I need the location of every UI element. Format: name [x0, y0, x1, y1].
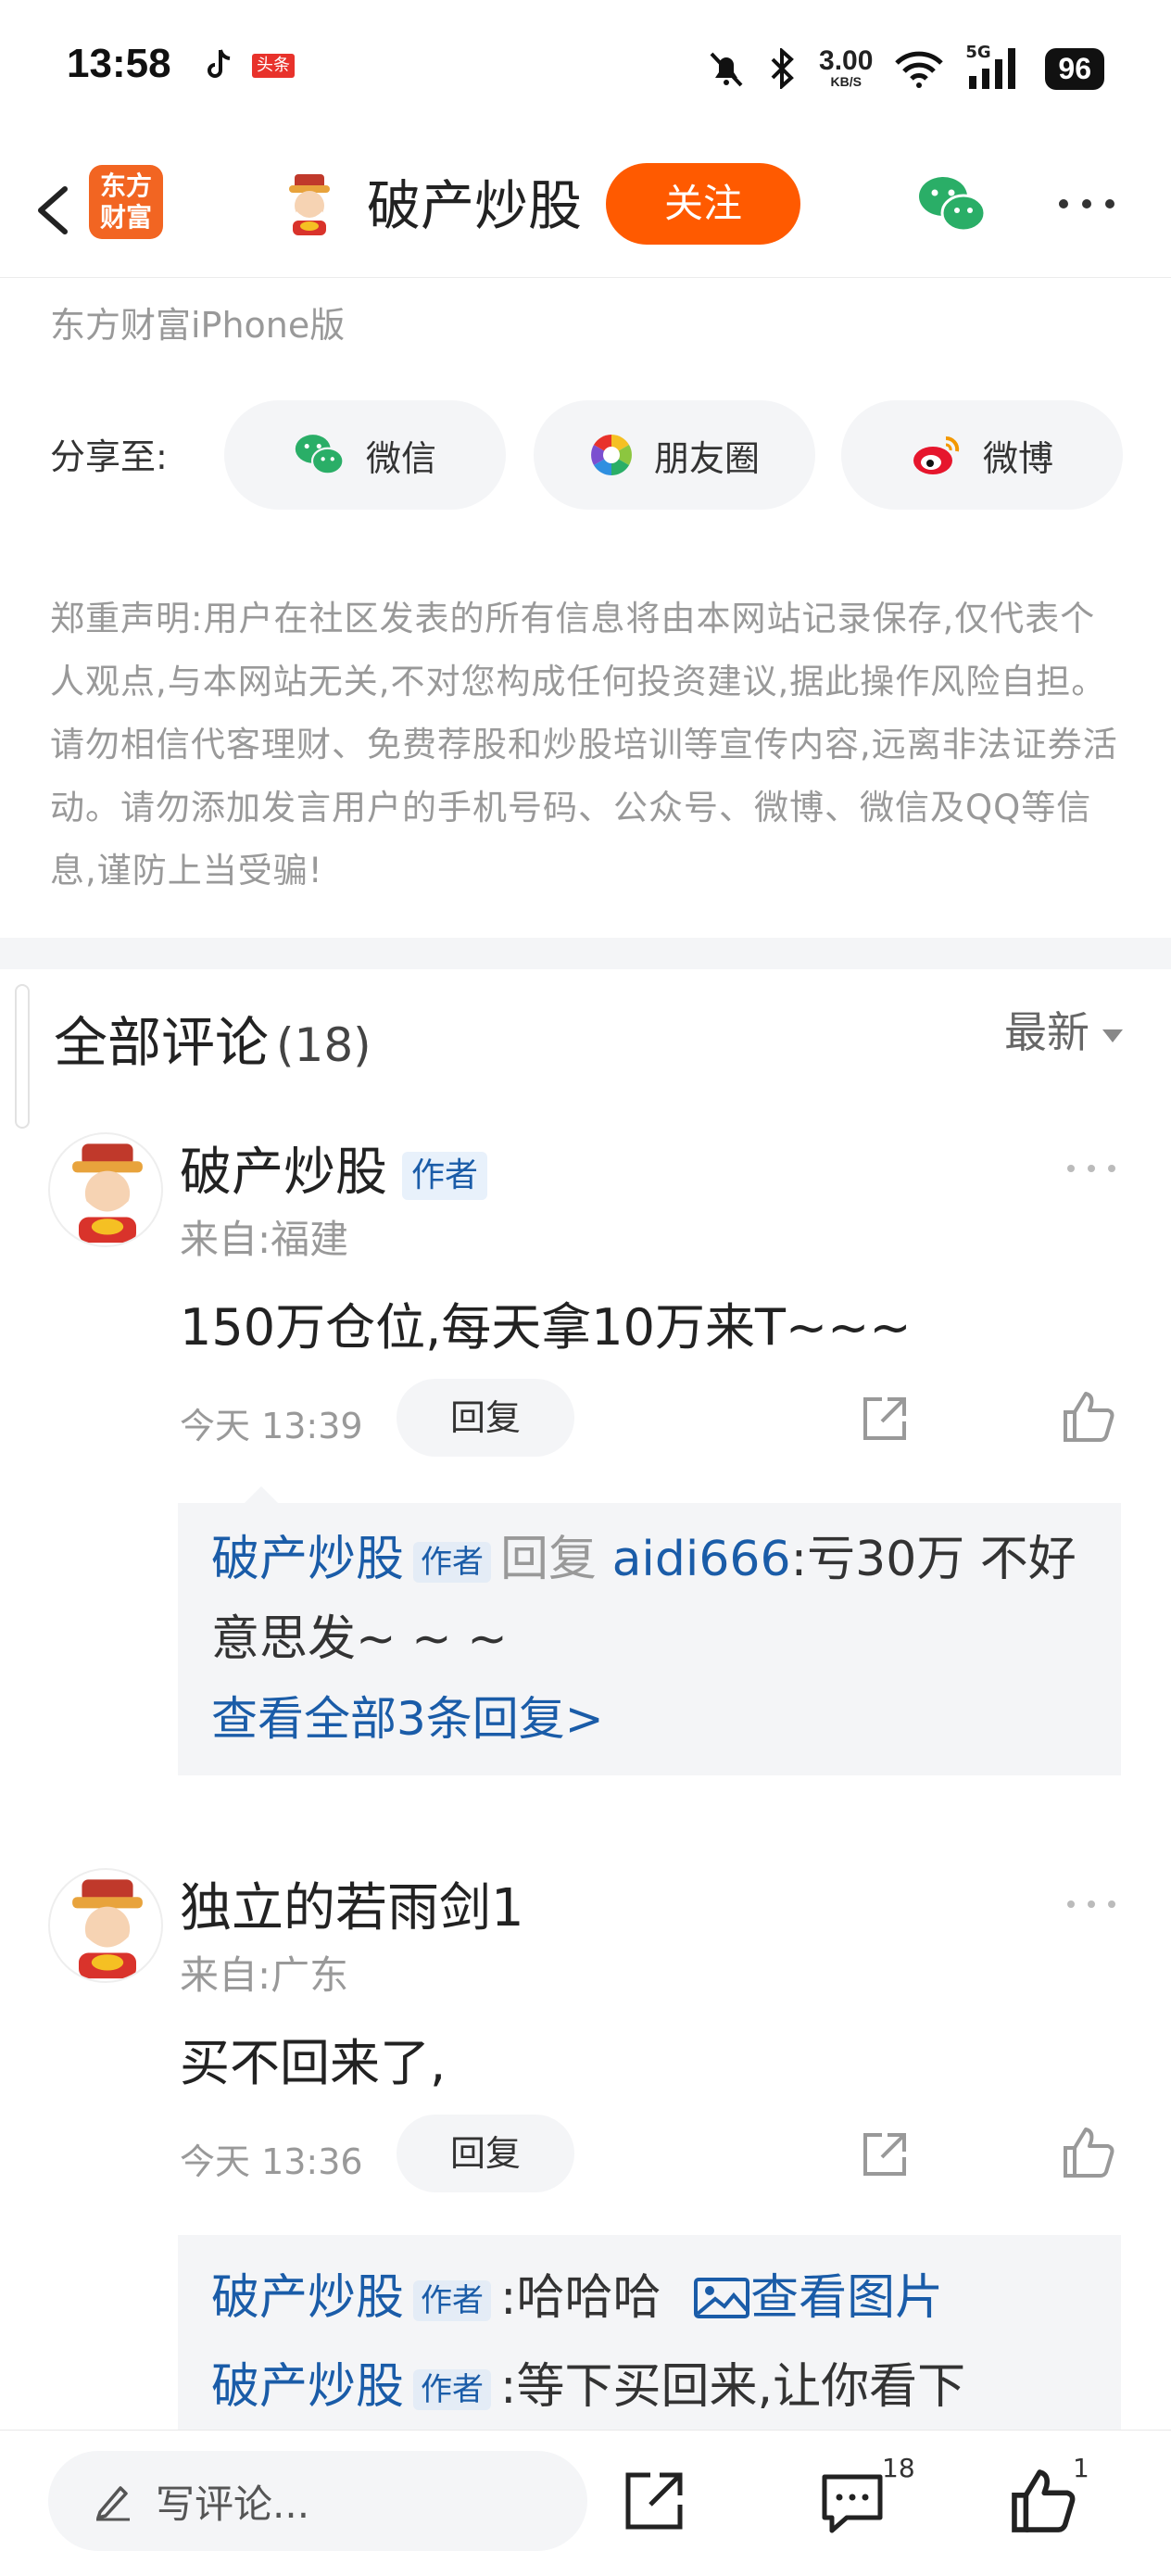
- reply-thread: 破产炒股 作者 回复 aidi666:亏30万 不好意思发~ ~ ~ 查看全部3条回…: [178, 1486, 1121, 1775]
- author-badge: 作者: [413, 2280, 492, 2321]
- top-nav-bar: 东方 财富 破产炒股 关注: [0, 148, 1171, 278]
- network-speed: 3.00 KB/S: [819, 45, 874, 90]
- post-source: 东方财富iPhone版: [50, 305, 346, 346]
- like-count-badge: 1: [1073, 2453, 1089, 2483]
- status-bar: 13:58 头条 3.00 KB/S 5G 96: [0, 0, 1171, 139]
- scroll-indicator[interactable]: [15, 984, 30, 1129]
- comment-text: 150万仓位,每天拿10万来T~~~: [180, 1298, 912, 1357]
- avatar[interactable]: [48, 1868, 163, 1983]
- reply-item[interactable]: 破产炒股 作者:等下买回来,让你看下: [211, 2341, 1088, 2430]
- moments-icon: [591, 435, 632, 475]
- share-label: 分享至:: [50, 436, 168, 477]
- reply-button[interactable]: 回复: [397, 2115, 574, 2192]
- bottom-action-bar: 写评论... 18 1: [0, 2430, 1171, 2576]
- author-badge: 作者: [402, 1151, 488, 1200]
- weibo-icon: [913, 436, 960, 474]
- comment-count-badge: 18: [882, 2453, 915, 2483]
- tiktok-icon: [208, 49, 231, 78]
- god-of-wealth-avatar-icon: [72, 1879, 143, 1979]
- share-wechat-button[interactable]: 微信: [224, 400, 506, 510]
- god-of-wealth-avatar-icon: [72, 1143, 143, 1244]
- caret-down-icon: [1102, 1029, 1123, 1042]
- image-icon: [694, 2278, 750, 2318]
- user-avatar[interactable]: [276, 170, 343, 237]
- comment-icon[interactable]: [819, 2471, 886, 2534]
- write-comment-input[interactable]: 写评论...: [48, 2451, 587, 2551]
- comment-location: 来自:福建: [180, 1217, 349, 1262]
- comment-author[interactable]: 破产炒股 作者: [180, 1130, 488, 1206]
- sort-dropdown[interactable]: 最新: [1004, 999, 1123, 1060]
- comments-section-title: 全部评论 (18): [54, 1011, 371, 1074]
- battery-indicator: 96: [1045, 47, 1104, 90]
- toutiao-icon: 头条: [252, 54, 295, 78]
- status-icons: 3.00 KB/S 5G 96: [706, 43, 1104, 95]
- status-time: 13:58: [67, 41, 171, 86]
- share-weibo-button[interactable]: 微博: [841, 400, 1123, 510]
- author-badge: 作者: [413, 2369, 492, 2410]
- app-logo[interactable]: 东方 财富: [89, 165, 163, 239]
- mute-bell-icon: [710, 52, 743, 87]
- cell-signal-icon: 5G: [965, 43, 1025, 91]
- comment-more-icon[interactable]: [1064, 1162, 1119, 1175]
- avatar[interactable]: [48, 1132, 163, 1247]
- reply-item[interactable]: 破产炒股 作者 回复 aidi666:亏30万 不好意思发~ ~ ~: [211, 1520, 1088, 1679]
- wechat-icon[interactable]: [917, 174, 988, 235]
- section-divider: [0, 938, 1171, 969]
- thumbs-up-icon[interactable]: [1010, 2468, 1077, 2534]
- comment-item: 破产炒股 作者 来自:福建 150万仓位,每天拿10万来T~~~ 今天 13:39…: [0, 1132, 1171, 1799]
- comment-author[interactable]: 独立的若雨剑1: [180, 1866, 524, 1941]
- reply-thread: 破产炒股 作者:哈哈哈 查看图片 破产炒股 作者:等下买回来,让你看下: [178, 2235, 1121, 2430]
- disclaimer-text: 郑重声明:用户在社区发表的所有信息将由本网站记录保存,仅代表个人观点,与本网站无…: [50, 599, 1118, 890]
- share-moments-button[interactable]: 朋友圈: [534, 400, 815, 510]
- more-options-icon[interactable]: [1054, 195, 1119, 213]
- thumbs-up-icon[interactable]: [1062, 1390, 1115, 1444]
- thumbs-up-icon[interactable]: [1062, 2126, 1115, 2179]
- share-icon[interactable]: [623, 2469, 686, 2532]
- comment-time: 今天 13:39: [180, 1406, 363, 1446]
- comment-more-icon[interactable]: [1064, 1898, 1119, 1911]
- comment-time: 今天 13:36: [180, 2141, 363, 2182]
- pencil-icon: [96, 2486, 130, 2521]
- wifi-icon: [895, 51, 944, 88]
- page-title: 破产炒股: [367, 174, 583, 237]
- reply-button[interactable]: 回复: [397, 1379, 574, 1457]
- reply-item[interactable]: 破产炒股 作者:哈哈哈 查看图片: [211, 2252, 1088, 2344]
- view-image-link[interactable]: 查看图片: [676, 2270, 943, 2326]
- follow-button[interactable]: 关注: [606, 163, 800, 245]
- back-arrow-icon[interactable]: [26, 169, 82, 252]
- comments-count: (18): [276, 1018, 371, 1072]
- author-badge: 作者: [413, 1542, 492, 1583]
- view-all-replies-link[interactable]: 查看全部3条回复>: [211, 1679, 1088, 1759]
- share-icon[interactable]: [860, 1394, 910, 1444]
- comment-item: 独立的若雨剑1 来自:广东 买不回来了, 今天 13:36 回复 破产炒股 作者:…: [0, 1868, 1171, 2443]
- comment-text: 买不回来了,: [180, 2034, 447, 2092]
- wechat-icon: [295, 435, 345, 475]
- comment-location: 来自:广东: [180, 1952, 349, 1998]
- share-icon[interactable]: [860, 2129, 910, 2179]
- bluetooth-icon: [771, 48, 794, 89]
